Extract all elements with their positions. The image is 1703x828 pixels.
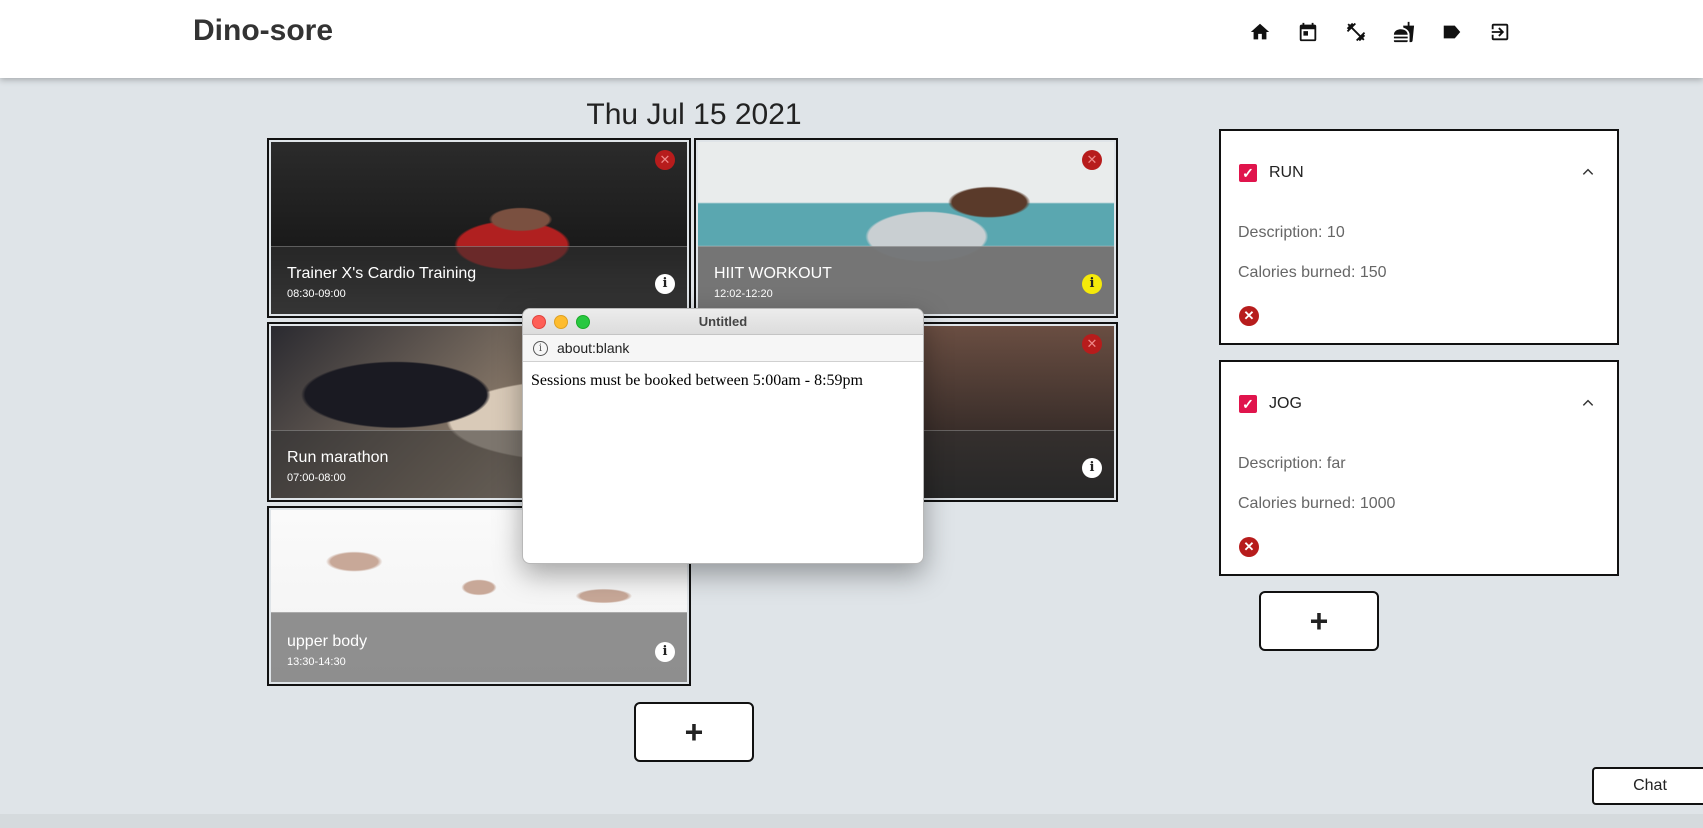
info-icon[interactable]: i bbox=[655, 274, 675, 294]
activity-description: Description: 10 bbox=[1238, 224, 1345, 241]
activity-calories: Calories burned: 150 bbox=[1238, 264, 1387, 281]
delete-icon[interactable]: ✕ bbox=[1082, 150, 1102, 170]
chevron-up-icon[interactable] bbox=[1581, 165, 1595, 179]
popup-message: Sessions must be booked between 5:00am -… bbox=[531, 372, 863, 389]
activity-header[interactable]: ✓ JOG bbox=[1221, 362, 1617, 434]
session-title: Run marathon bbox=[287, 449, 389, 466]
session-card[interactable]: HIIT WORKOUT 12:02-12:20 i ✕ bbox=[694, 138, 1118, 318]
nav-label-button[interactable] bbox=[1440, 20, 1464, 44]
session-title: upper body bbox=[287, 633, 368, 650]
home-icon bbox=[1250, 23, 1270, 40]
activity-name: JOG bbox=[1269, 395, 1302, 412]
alert-popup-window: Untitled i about:blank Sessions must be … bbox=[522, 308, 924, 564]
fitness-icon bbox=[1346, 22, 1366, 42]
session-title: HIIT WORKOUT bbox=[714, 265, 832, 282]
footer-strip bbox=[0, 814, 1703, 828]
activity-name: RUN bbox=[1269, 164, 1304, 181]
chevron-up-icon[interactable] bbox=[1581, 396, 1595, 410]
app-brand[interactable]: Dino-sore bbox=[193, 14, 333, 48]
activity-card: ✓ RUN Description: 10 Calories burned: 1… bbox=[1219, 129, 1619, 345]
session-time: 12:02-12:20 bbox=[714, 288, 773, 300]
date-title: Thu Jul 15 2021 bbox=[586, 98, 802, 131]
nav-logout-button[interactable] bbox=[1488, 20, 1512, 44]
label-icon bbox=[1443, 25, 1461, 39]
chat-button[interactable]: Chat bbox=[1592, 767, 1703, 805]
activity-header[interactable]: ✓ RUN bbox=[1221, 131, 1617, 203]
logout-icon bbox=[1491, 23, 1509, 41]
activity-checkbox[interactable]: ✓ bbox=[1239, 164, 1257, 182]
activity-description: Description: far bbox=[1238, 455, 1346, 472]
activity-card: ✓ JOG Description: far Calories burned: … bbox=[1219, 360, 1619, 576]
calendar-icon bbox=[1299, 22, 1317, 42]
nav-fitness-button[interactable] bbox=[1344, 20, 1368, 44]
nav-bar bbox=[1248, 20, 1512, 44]
add-session-button[interactable]: + bbox=[634, 702, 754, 762]
popup-url: about:blank bbox=[557, 340, 630, 356]
app-header: Dino-sore bbox=[0, 0, 1703, 78]
delete-activity-icon[interactable]: ✕ bbox=[1239, 537, 1259, 557]
food-icon bbox=[1393, 21, 1415, 43]
session-time: 13:30-14:30 bbox=[287, 656, 346, 668]
session-time: 08:30-09:00 bbox=[287, 288, 346, 300]
session-title: Trainer X's Cardio Training bbox=[287, 265, 477, 282]
delete-icon[interactable]: ✕ bbox=[655, 150, 675, 170]
session-card[interactable]: Trainer X's Cardio Training 08:30-09:00 … bbox=[267, 138, 691, 318]
activity-checkbox[interactable]: ✓ bbox=[1239, 395, 1257, 413]
activity-calories: Calories burned: 1000 bbox=[1238, 495, 1396, 512]
info-icon[interactable]: i bbox=[655, 642, 675, 662]
info-icon[interactable]: i bbox=[1082, 458, 1102, 478]
popup-titlebar: Untitled bbox=[523, 309, 923, 335]
nav-calendar-button[interactable] bbox=[1296, 20, 1320, 44]
session-time: 07:00-08:00 bbox=[287, 472, 346, 484]
popup-title: Untitled bbox=[698, 314, 748, 329]
add-activity-button[interactable]: + bbox=[1259, 591, 1379, 651]
site-info-icon[interactable]: i bbox=[533, 340, 548, 356]
info-icon[interactable]: i bbox=[1082, 274, 1102, 294]
delete-activity-icon[interactable]: ✕ bbox=[1239, 306, 1259, 326]
delete-icon[interactable]: ✕ bbox=[1082, 334, 1102, 354]
nav-home-button[interactable] bbox=[1248, 20, 1272, 44]
nav-food-button[interactable] bbox=[1392, 20, 1416, 44]
popup-url-bar[interactable]: i about:blank bbox=[523, 335, 923, 362]
